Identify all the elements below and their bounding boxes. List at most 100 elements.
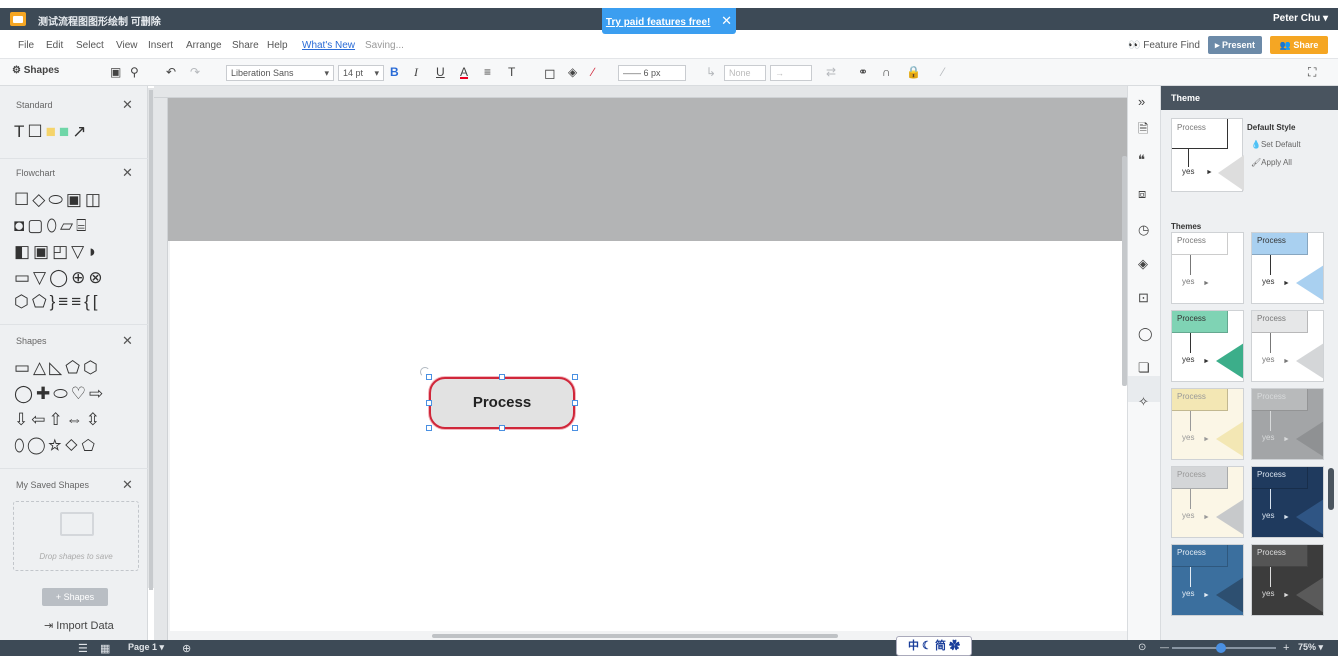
import-data-button[interactable]: ⇥ Import Data [44,619,114,632]
shapes-toggle[interactable]: ⚙ Shapes [12,65,59,76]
list-view-icon[interactable]: ☰ [78,642,88,655]
note-shape-icon[interactable]: ■ [46,122,59,141]
menu-select[interactable]: Select [76,40,104,51]
zoom-slider-knob[interactable] [1216,643,1226,653]
flowchart-shapes-row[interactable]: ▭▽◯⊕⊗ [14,268,106,288]
standard-shapes[interactable]: T☐■■↗ [14,122,89,142]
redo-icon[interactable]: ↷ [190,65,200,79]
image-icon[interactable]: ▣ [110,65,121,79]
resize-handle[interactable] [572,374,578,380]
menu-help[interactable]: Help [267,40,288,51]
zoom-slider[interactable] [1172,643,1276,653]
menu-arrange[interactable]: Arrange [186,40,222,51]
underline-icon[interactable]: U [436,65,445,79]
canvas-area[interactable]: Process [154,86,1127,640]
zoom-level[interactable]: 75% ▾ [1298,642,1323,653]
magnet-icon[interactable]: ∩ [882,65,891,79]
link-icon[interactable]: ⚭ [858,65,868,79]
zoom-fit-icon[interactable]: ⊙ [1138,642,1146,653]
set-default-link[interactable]: 💧Set Default [1251,140,1301,149]
add-page-icon[interactable]: ⊕ [182,642,191,655]
block-shape-icon[interactable]: ☐ [27,122,45,141]
theme-card[interactable]: Process yes ► [1171,466,1244,538]
menu-file[interactable]: File [18,40,34,51]
text-options-icon[interactable]: T [508,65,515,79]
scrollbar-thumb[interactable] [149,90,153,590]
resize-handle[interactable] [426,425,432,431]
search-icon[interactable]: ⚲ [130,65,139,79]
menu-edit[interactable]: Edit [46,40,63,51]
text-color-icon[interactable]: A [460,65,468,79]
resize-handle[interactable] [499,425,505,431]
feature-find-button[interactable]: 👀 Feature Find [1128,40,1200,51]
theme-card[interactable]: Process yes ► [1251,466,1324,538]
arrow-end-select[interactable]: → [770,65,812,81]
flowchart-shapes-row[interactable]: ☐◇⬭▣◫ [14,190,104,210]
theme-card[interactable]: Process yes ► [1251,544,1324,616]
comment-quote-icon[interactable]: ❝ [1138,152,1145,168]
resize-handle[interactable] [499,374,505,380]
library-header-flowchart[interactable]: Flowchart ✕ [0,162,148,184]
theme-card[interactable]: Process yes ► [1251,388,1324,460]
resize-handle[interactable] [572,400,578,406]
horizontal-scrollbar[interactable] [432,634,838,638]
presentation-icon[interactable]: ⧈ [1138,186,1146,202]
menu-insert[interactable]: Insert [148,40,173,51]
flowchart-shapes-row[interactable]: ◘▢⬯▱⌸ [14,216,89,236]
user-menu[interactable]: Peter Chu ▾ [1273,13,1328,24]
flowchart-shapes-row[interactable]: ⬡⬠}≡≡{[ [14,292,101,312]
line-width-select[interactable]: —— 6 px [618,65,686,81]
library-header-saved[interactable]: My Saved Shapes ✕ [0,474,148,496]
resize-handle[interactable] [572,425,578,431]
text-shape-icon[interactable]: T [14,122,27,141]
border-icon[interactable]: ◻ [544,65,556,82]
basic-shapes-row[interactable]: ⇩⇦⇧⇔⇳ [14,410,103,430]
present-button[interactable]: ▸ Present [1208,36,1262,54]
swap-icon[interactable]: ⇄ [826,65,836,79]
theme-card[interactable]: Process yes ► [1171,388,1244,460]
align-icon[interactable]: ≡ [484,65,491,79]
close-icon[interactable]: ✕ [122,165,133,181]
grid-view-icon[interactable]: ▦ [100,642,110,655]
promo-banner[interactable]: Try paid features free! ✕ [602,8,736,34]
font-size-select[interactable]: 14 pt ▾ [338,65,384,81]
saved-shapes-dropzone[interactable]: Drop shapes to save [13,501,139,571]
apply-all-link[interactable]: 🖌Apply All [1251,158,1292,167]
menu-view[interactable]: View [116,40,138,51]
colored-block-icon[interactable]: ■ [59,122,72,141]
page-settings-icon[interactable]: 🗎 [1138,120,1148,142]
theme-card[interactable]: Process yes ► [1251,232,1324,304]
flowchart-shapes-row[interactable]: ◧▣◰▽◗ [14,242,101,262]
layers-icon[interactable]: ◈ [1138,256,1148,272]
theme-card[interactable]: Process yes ► [1171,310,1244,382]
theme-icon[interactable]: ❏ [1138,360,1150,376]
collapse-panel-icon[interactable]: » [1138,94,1145,109]
zoom-out-icon[interactable]: — [1160,642,1169,652]
theme-card[interactable]: Process yes ► [1251,310,1324,382]
close-icon[interactable]: ✕ [721,13,732,28]
app-logo-icon[interactable] [10,12,26,26]
chat-icon[interactable]: ◯ [1138,326,1153,342]
library-header-shapes[interactable]: Shapes ✕ [0,330,148,352]
font-family-select[interactable]: Liberation Sans ▾ [226,65,334,81]
line-shape-icon[interactable]: ↗ [72,122,89,141]
arrow-start-select[interactable]: None [724,65,766,81]
close-icon[interactable]: ✕ [122,333,133,349]
basic-shapes-row[interactable]: ⬯◯☆◇⬠ [14,436,98,456]
promo-link[interactable]: Try paid features free! [606,17,710,28]
resize-handle[interactable] [426,400,432,406]
close-icon[interactable]: ✕ [122,97,133,113]
data-icon[interactable]: ⊡ [1138,290,1149,306]
magic-wand-icon[interactable]: ✧ [1138,394,1149,410]
process-shape[interactable]: Process [429,377,575,429]
bold-icon[interactable]: B [390,65,399,79]
theme-panel-scrollbar[interactable] [1328,468,1334,510]
page-selector[interactable]: Page 1 ▾ [128,642,164,653]
canvas-page[interactable] [170,241,1127,631]
lock-icon[interactable]: 🔒 [906,65,921,79]
basic-shapes-row[interactable]: ▭△◺⬠⬡ [14,358,101,378]
resize-handle[interactable] [426,374,432,380]
default-style-preview[interactable]: Process yes ► [1171,118,1244,192]
basic-shapes-row[interactable]: ◯✚⬭♡⇨ [14,384,106,404]
document-title[interactable]: 测试流程图图形绘制 可删除 [38,13,161,28]
